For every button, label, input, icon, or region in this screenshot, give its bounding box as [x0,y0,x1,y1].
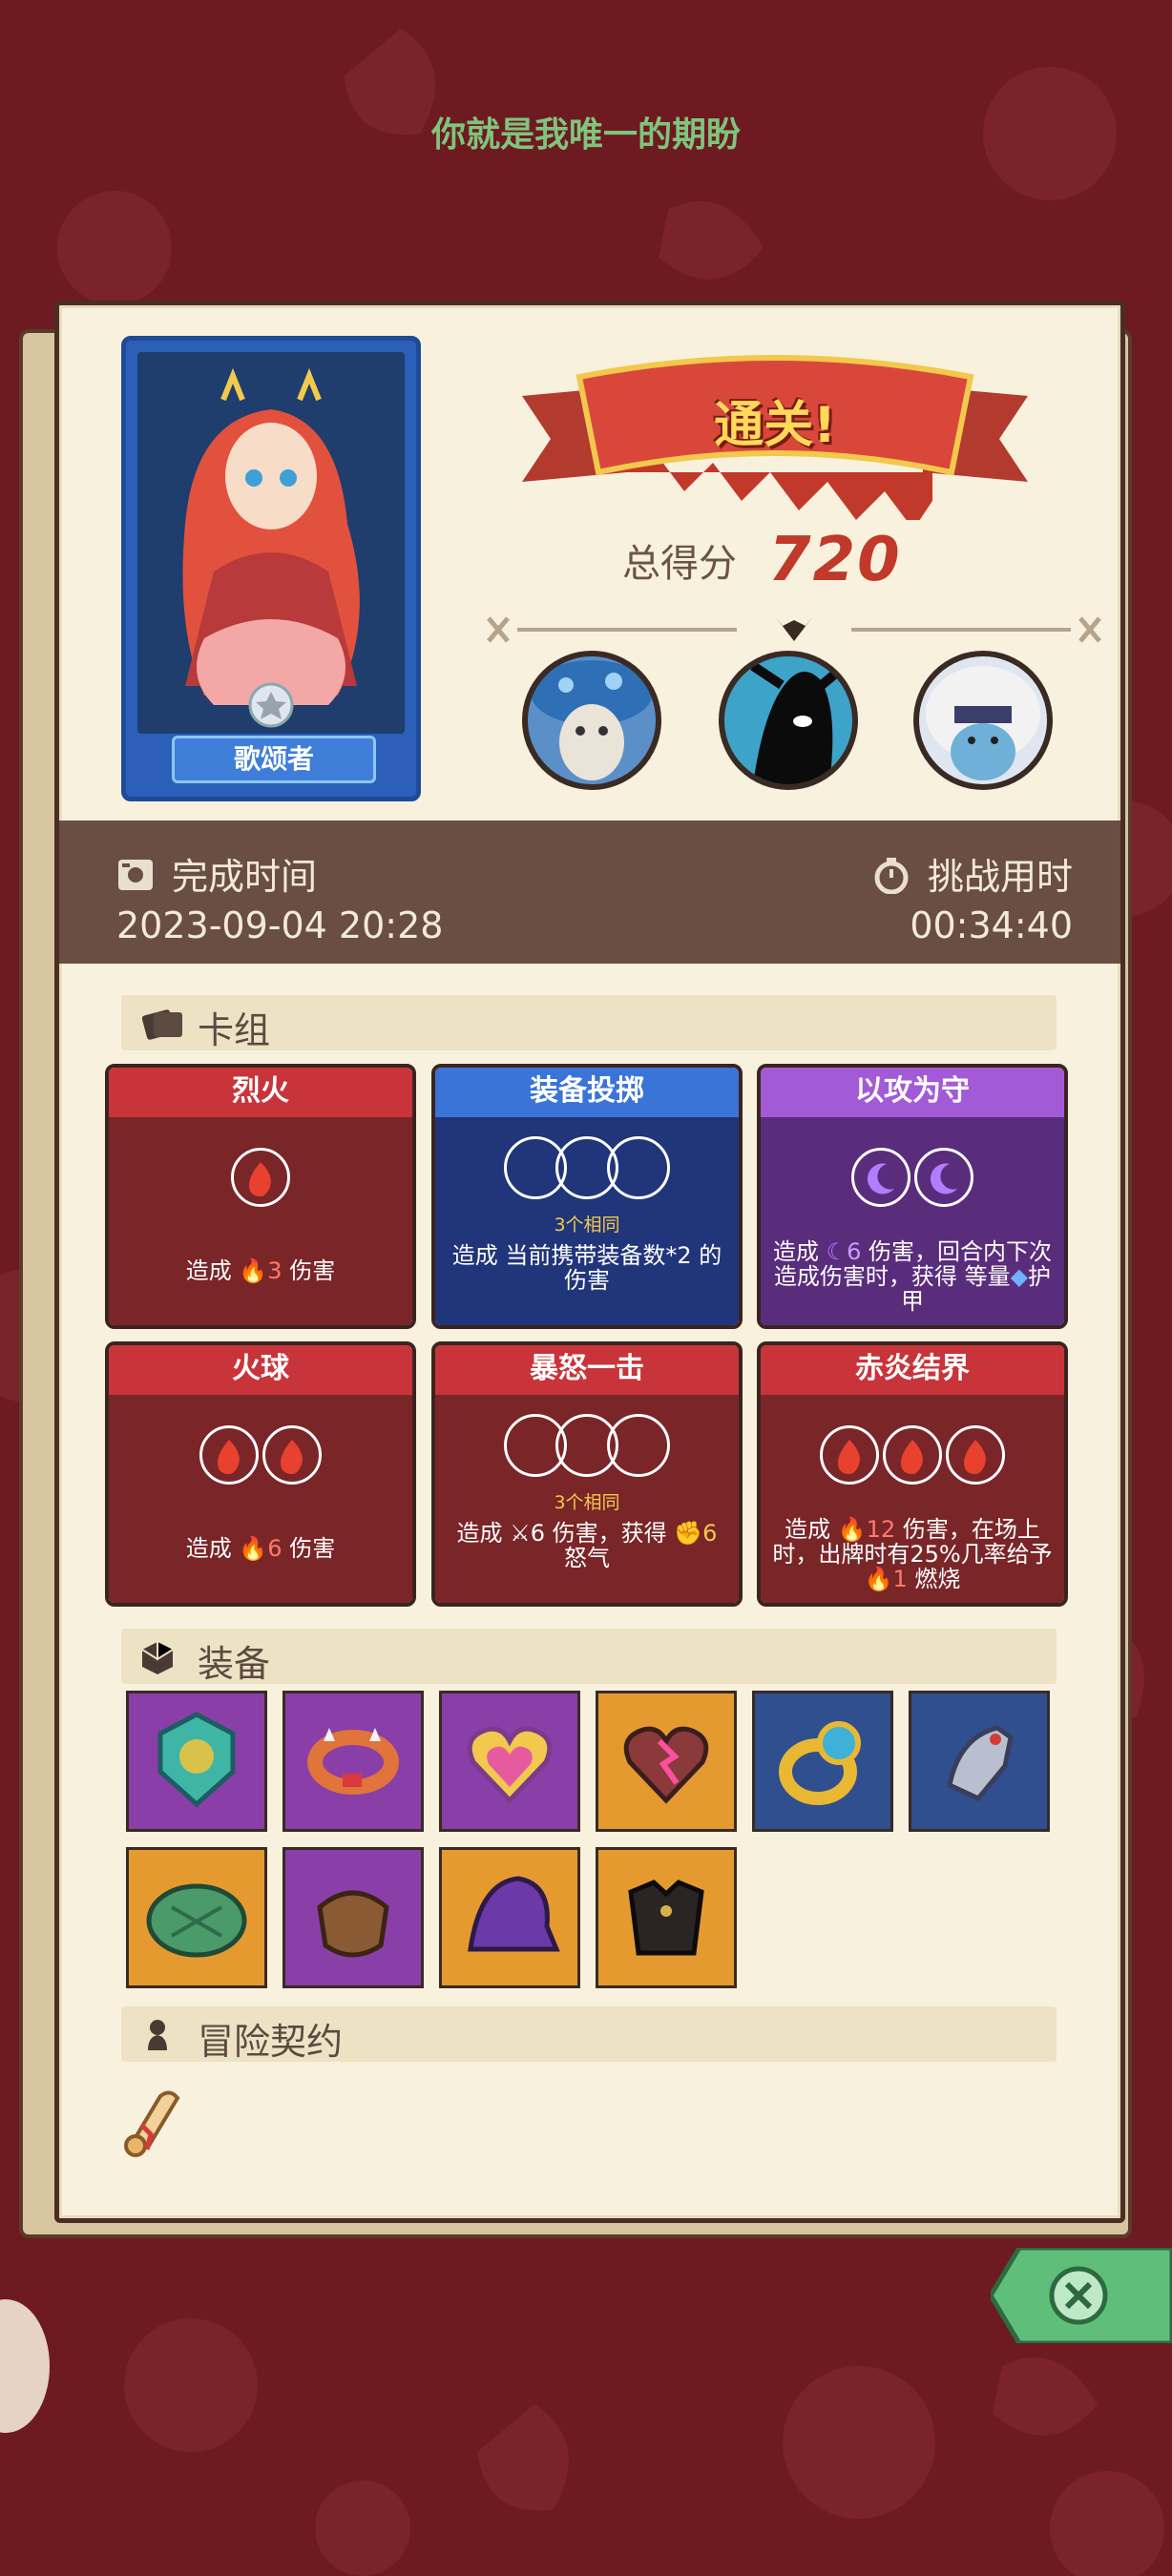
leather-bracer-icon[interactable] [283,1847,424,1988]
hero-name: 歌颂者 [172,736,376,783]
clear-banner: 通关! [484,329,1066,530]
fire-orb-icon [946,1425,1005,1485]
challenge-duration-label: 挑战用时 [927,856,1073,898]
card-liehuo[interactable]: 烈火 造成 🔥3 伤害 [105,1064,416,1329]
sword-icon: ⚔ [510,1520,531,1547]
close-button[interactable] [988,2245,1172,2346]
card-title: 以攻为守 [761,1068,1064,1117]
gold-ring-icon[interactable] [752,1691,893,1832]
card-body: 3个相同 造成 ⚔6 伤害，获得 ✊6 怒气 [435,1395,739,1603]
card-title: 烈火 [109,1068,412,1117]
spiked-bracelet-icon[interactable] [283,1691,424,1832]
stopwatch-icon [872,856,910,903]
section-equipment: 装备 [121,1629,1057,1685]
complete-time: 完成时间 [116,847,317,903]
result-panel: 歌颂者 通关! 总得分 720 完成时间 挑战用时 2023-09-04 20:… [54,301,1125,2223]
moon-orb-icon [851,1148,910,1207]
challenge-duration: 挑战用时 [872,847,1073,903]
card-description: 造成 当前携带装备数*2 的伤害 [451,1242,722,1294]
shield-icon: ◆ [1010,1263,1029,1290]
card-cost [761,1148,1064,1207]
moon-orb-icon [914,1148,973,1207]
card-fireball[interactable]: 火球 造成 🔥6 伤害 [105,1341,416,1607]
total-score-label: 总得分 [622,542,737,586]
card-body: 造成 ☾6 伤害，回合内下次造成伤害时，获得 等量◆护甲 [761,1117,1064,1325]
empty-orb-icon [607,1136,670,1199]
fire-orb-icon [262,1425,322,1485]
section-deck: 卡组 [121,995,1057,1051]
section-contract: 冒险契约 [121,2006,1057,2063]
floating-assist-button[interactable] [0,2299,50,2433]
card-title: 装备投掷 [435,1068,739,1117]
turtle-shell-icon[interactable] [126,1847,267,1988]
card-description: 造成 🔥12 伤害，在场上时，出牌时有25%几率给予 🔥1 燃烧 [772,1516,1053,1592]
boss-white-beast[interactable] [913,651,1053,790]
fire-orb-icon [231,1148,290,1207]
same-requirement: 3个相同 [554,1492,620,1513]
heart-pendant-icon[interactable] [439,1691,580,1832]
boss-mushroom-elder[interactable] [522,651,661,790]
total-score-value: 720 [768,525,902,595]
scroll-icon[interactable] [113,2077,189,2163]
card-flame-barrier[interactable]: 赤炎结界 造成 🔥12 伤害，在场上时，出牌时有25%几率给予 🔥1 燃烧 [757,1341,1068,1607]
fire-damage-icon: 🔥 [239,1257,268,1284]
card-cost [435,1414,739,1477]
steel-gauntlet-icon[interactable] [909,1691,1050,1832]
card-title: 赤炎结界 [761,1345,1064,1395]
clear-banner-text: 通关! [714,397,836,454]
info-bar: 完成时间 挑战用时 2023-09-04 20:28 00:34:40 [59,821,1120,964]
card-body: 3个相同 造成 当前携带装备数*2 的伤害 [435,1117,739,1325]
section-equipment-title: 装备 [198,1643,271,1685]
card-description: 造成 ☾6 伤害，回合内下次造成伤害时，获得 等量◆护甲 [772,1238,1053,1315]
same-requirement: 3个相同 [554,1215,620,1236]
fist-icon: ✊ [674,1520,703,1547]
cursed-heart-icon[interactable] [596,1691,737,1832]
section-contract-title: 冒险契约 [198,2021,344,2063]
card-cost [435,1136,739,1199]
card-cost [109,1425,412,1485]
contract-icon [138,2016,177,2058]
hero-portrait [137,352,405,734]
card-cost [761,1425,1064,1485]
card-description: 造成 🔥3 伤害 [185,1257,336,1284]
card-attack-defense[interactable]: 以攻为守 造成 ☾6 伤害，回合内下次造成伤害时，获得 等量◆护甲 [757,1064,1068,1329]
hero-card[interactable]: 歌颂者 [121,336,421,801]
dark-armor-icon[interactable] [596,1847,737,1988]
empty-orb-icon [607,1414,670,1477]
lion-amulet-icon[interactable] [126,1691,267,1832]
cards-icon [138,1005,186,1047]
card-description: 造成 🔥6 伤害 [185,1535,336,1562]
card-rage-strike[interactable]: 暴怒一击 3个相同 造成 ⚔6 伤害，获得 ✊6 怒气 [431,1341,743,1607]
close-icon [988,2245,1172,2346]
card-body: 造成 🔥12 伤害，在场上时，出牌时有25%几率给予 🔥1 燃烧 [761,1395,1064,1603]
card-body: 造成 🔥3 伤害 [109,1117,412,1325]
boss-shadow-tree[interactable] [719,651,858,790]
burn-icon: 🔥 [864,1566,893,1592]
fire-orb-icon [199,1425,259,1485]
card-title: 暴怒一击 [435,1345,739,1395]
complete-time-value: 2023-09-04 20:28 [116,904,444,946]
card-equip-throw[interactable]: 装备投掷 3个相同 造成 当前携带装备数*2 的伤害 [431,1064,743,1329]
ornamental-divider [487,616,1101,643]
total-score: 总得分 720 [622,525,902,601]
card-cost [109,1148,412,1207]
page-subtitle: 你就是我唯一的期盼 [430,115,741,155]
cube-icon [138,1638,177,1680]
challenge-duration-value: 00:34:40 [910,904,1073,946]
fire-orb-icon [883,1425,942,1485]
complete-time-label: 完成时间 [172,856,318,898]
card-title: 火球 [109,1345,412,1395]
card-description: 造成 ⚔6 伤害，获得 ✊6 怒气 [456,1520,718,1571]
purple-hood-icon[interactable] [439,1847,580,1988]
hero-portrait-art [137,352,405,734]
section-deck-title: 卡组 [198,1009,271,1051]
fire-orb-icon [820,1425,879,1485]
camera-icon [116,856,155,903]
card-body: 造成 🔥6 伤害 [109,1395,412,1603]
